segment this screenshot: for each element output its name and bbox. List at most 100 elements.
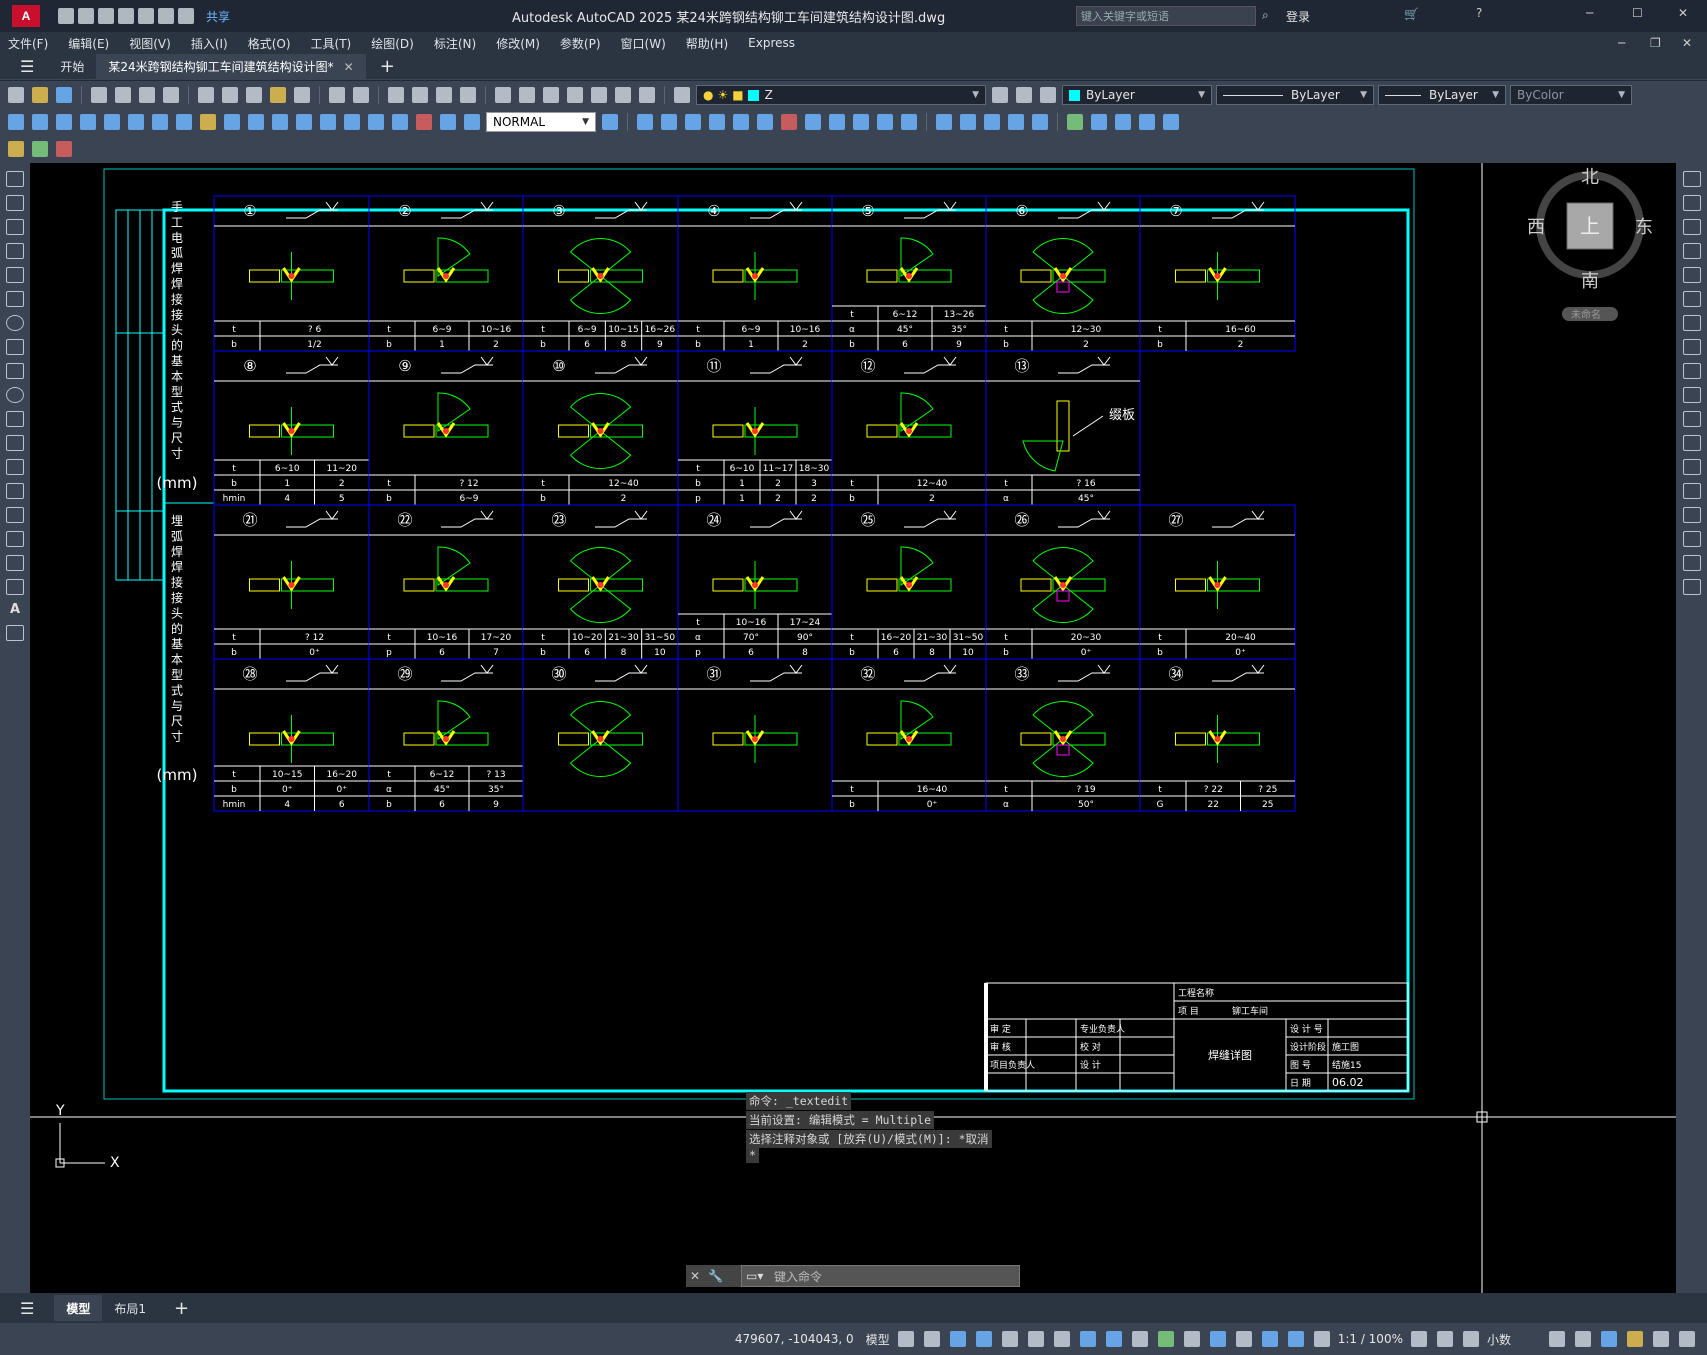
dim-radius-icon[interactable] (104, 114, 120, 130)
search-icon[interactable]: ⌕ (1262, 8, 1269, 23)
polyline-icon[interactable] (6, 219, 24, 235)
publish-icon[interactable] (139, 87, 155, 103)
save-as-icon[interactable] (118, 8, 134, 24)
dim-angular-icon[interactable] (176, 114, 192, 130)
share-button[interactable]: 共享 (206, 8, 230, 25)
mirror-icon[interactable] (1682, 219, 1701, 235)
save-toolbar-icon[interactable] (56, 87, 72, 103)
layer-previous-icon[interactable] (1016, 87, 1032, 103)
selection-filter-icon[interactable] (1235, 1331, 1252, 1347)
join-icon[interactable] (1682, 483, 1701, 499)
login-button[interactable]: 登录 (1286, 8, 1310, 25)
ucs-3point-icon[interactable] (805, 114, 821, 130)
menu-parameter[interactable]: 参数(P) (560, 35, 601, 52)
ucs-z-icon[interactable] (877, 114, 893, 130)
dim-update-icon[interactable] (464, 114, 480, 130)
view-top-icon[interactable] (936, 114, 952, 130)
tab-layout1[interactable]: 布局1 (102, 1295, 158, 1321)
dynamic-ucs-icon[interactable] (1209, 1331, 1226, 1347)
viewport-clip-icon[interactable] (1115, 114, 1131, 130)
explode-icon[interactable] (1682, 579, 1701, 595)
menu-express[interactable]: Express (748, 36, 795, 50)
quick-dim-icon[interactable] (200, 114, 216, 130)
view-front-icon[interactable] (1032, 114, 1048, 130)
ucs-previous-icon[interactable] (661, 114, 677, 130)
polar-icon[interactable] (1001, 1331, 1018, 1347)
doc-close-button[interactable]: ✕ (1682, 36, 1692, 50)
ortho-icon[interactable] (975, 1331, 992, 1347)
cut-icon[interactable] (198, 87, 214, 103)
copy-modify-icon[interactable] (1682, 195, 1701, 211)
isodraft-icon[interactable] (1027, 1331, 1044, 1347)
menu-insert[interactable]: 插入(I) (191, 35, 228, 52)
tolerance-icon[interactable] (320, 114, 336, 130)
dim-style-icon[interactable] (602, 114, 618, 130)
text-edit-icon[interactable] (8, 141, 24, 157)
circle-icon[interactable] (6, 315, 24, 331)
print-icon[interactable] (91, 87, 107, 103)
annotation-monitor-icon[interactable] (1436, 1331, 1453, 1347)
insert-block-icon[interactable] (6, 435, 24, 451)
osnap-icon[interactable] (1079, 1331, 1096, 1347)
table-draw-icon[interactable] (6, 579, 24, 595)
3d-print-icon[interactable] (163, 87, 179, 103)
close-button[interactable]: ✕ (1678, 6, 1688, 20)
make-block-icon[interactable] (6, 459, 24, 475)
ucs-object-icon[interactable] (709, 114, 725, 130)
drawing-canvas[interactable]: Y X 手工电弧焊焊接接头的基本型式与尺寸埋弧焊焊接接头的基本型式与尺寸 (mm)… (30, 163, 1676, 1293)
redo-toolbar-icon[interactable] (353, 87, 369, 103)
gizmo-icon[interactable] (1261, 1331, 1278, 1347)
ucs-world-icon[interactable] (637, 114, 653, 130)
sheet-set-icon[interactable] (567, 87, 583, 103)
dim-break-icon[interactable] (296, 114, 312, 130)
markup-icon[interactable] (591, 87, 607, 103)
copy-icon[interactable] (222, 87, 238, 103)
zoom-previous-icon[interactable] (460, 87, 476, 103)
dim-diameter-icon[interactable] (152, 114, 168, 130)
coordinates-readout[interactable]: 479607, -104043, 0 (735, 1332, 854, 1346)
doc-minimize-button[interactable]: ─ (1618, 36, 1625, 50)
model-space-toggle[interactable]: 模型 (866, 1331, 890, 1348)
dim-space-icon[interactable] (272, 114, 288, 130)
view-bottom-icon[interactable] (960, 114, 976, 130)
isolate-objects-icon[interactable] (1601, 1331, 1617, 1347)
fillet-icon[interactable] (1682, 531, 1701, 547)
block-editor-icon[interactable] (294, 87, 310, 103)
layer-dropdown[interactable]: ● ☀ ■ Z ▼ (696, 85, 986, 105)
close-tab-icon[interactable]: ✕ (344, 60, 354, 74)
ucs-apply-icon[interactable] (901, 114, 917, 130)
lineweight-dropdown[interactable]: ByLayer ▼ (1378, 85, 1506, 105)
view-left-icon[interactable] (984, 114, 1000, 130)
command-input[interactable]: ▭▾ 键入命令 (741, 1265, 1020, 1287)
viewport-scale-icon[interactable] (1163, 114, 1179, 130)
table-icon[interactable] (32, 141, 48, 157)
blend-icon[interactable] (1682, 555, 1701, 571)
help-toolbar-icon[interactable] (639, 87, 655, 103)
dim-edit-icon[interactable] (416, 114, 432, 130)
offset-icon[interactable] (1682, 243, 1701, 259)
help-icon[interactable]: ? (1476, 6, 1482, 20)
cart-icon[interactable]: 🛒 (1404, 7, 1419, 21)
save-icon[interactable] (98, 8, 114, 24)
new-file-icon[interactable] (58, 8, 74, 24)
quick-properties-icon[interactable] (1549, 1331, 1565, 1347)
scale-icon[interactable] (1682, 339, 1701, 355)
menu-help[interactable]: 帮助(H) (686, 35, 728, 52)
rectangle-icon[interactable] (6, 267, 24, 283)
customize-icon[interactable]: 🔧 (708, 1269, 723, 1283)
tab-start[interactable]: 开始 (48, 54, 96, 80)
lineweight-icon[interactable] (1105, 1331, 1122, 1347)
open-file-icon[interactable] (78, 8, 94, 24)
qnew-icon[interactable] (8, 87, 24, 103)
otrack-icon[interactable] (1053, 1331, 1070, 1347)
menu-format[interactable]: 格式(O) (248, 35, 291, 52)
plotstyle-dropdown[interactable]: ByColor ▼ (1510, 85, 1632, 105)
auto-scale-icon[interactable] (1313, 1331, 1330, 1347)
menu-file[interactable]: 文件(F) (8, 35, 48, 52)
dim-linear-icon[interactable] (8, 114, 24, 130)
extend-icon[interactable] (1682, 411, 1701, 427)
point-icon[interactable] (6, 483, 24, 499)
annotation-scale[interactable]: 1:1 / 100% (1338, 1332, 1403, 1346)
minimize-button[interactable]: ─ (1586, 6, 1593, 20)
layer-properties-icon[interactable] (674, 87, 690, 103)
